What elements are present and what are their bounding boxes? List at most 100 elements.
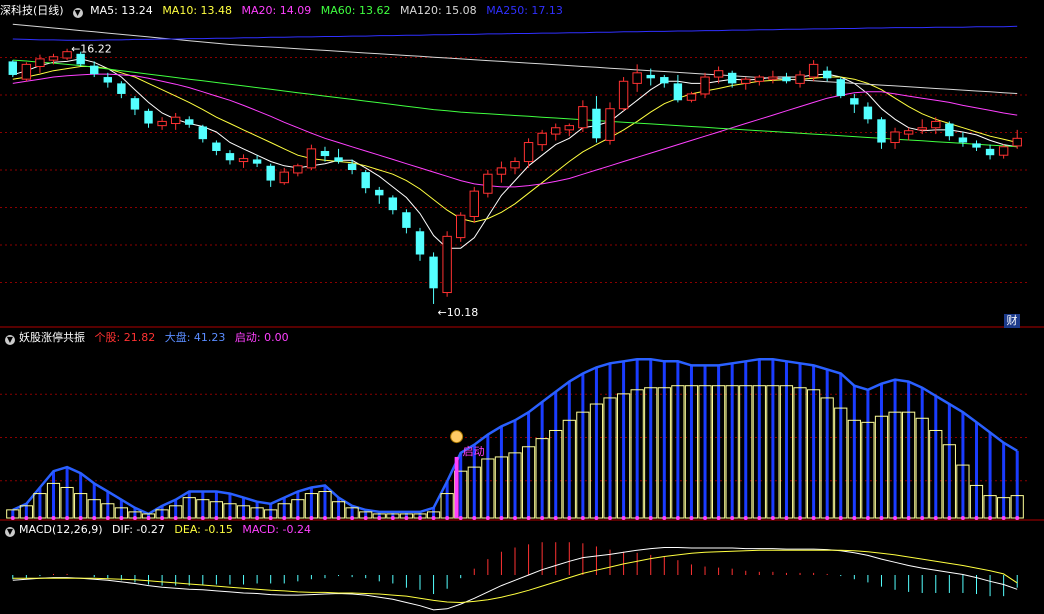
dif-readout: DIF: -0.27 xyxy=(112,523,165,536)
candle-body xyxy=(523,142,534,163)
baseline-dot xyxy=(24,516,29,520)
candle-body xyxy=(985,148,995,156)
macd-title[interactable]: MACD(12,26,9) xyxy=(19,523,103,536)
baseline-dot xyxy=(65,516,70,520)
macd-panel-header: ▼ MACD(12,26,9) DIF: -0.27 DEA: -0.15 MAC… xyxy=(0,522,317,538)
settings-icon[interactable]: ▼ xyxy=(5,527,15,537)
dapan-bar xyxy=(337,497,341,518)
start-marker-bar xyxy=(454,456,459,518)
baseline-dot xyxy=(390,516,395,520)
candle-body xyxy=(157,120,167,127)
dapan-readout: 大盘: 41.23 xyxy=(164,331,226,344)
baseline-dot xyxy=(200,516,205,520)
dapan-bar xyxy=(513,420,517,518)
baseline-dot xyxy=(580,516,585,520)
candle-body xyxy=(483,173,493,194)
dapan-bar xyxy=(1002,442,1006,518)
dapan-bar xyxy=(907,381,911,518)
candle-body xyxy=(198,126,208,140)
candle-body xyxy=(375,189,384,196)
baseline-dot xyxy=(105,516,110,520)
dapan-bar xyxy=(567,381,571,518)
baseline-dot xyxy=(716,516,721,520)
baseline-dot xyxy=(689,516,694,520)
stock-title[interactable]: 深科技(日线) xyxy=(0,4,64,17)
settings-icon[interactable]: ▼ xyxy=(72,8,83,18)
dea-readout: DEA: -0.15 xyxy=(174,523,233,536)
start-marker-label: 启动 xyxy=(463,445,485,458)
dapan-bar xyxy=(635,359,639,518)
baseline-dot xyxy=(146,516,151,520)
candle-body xyxy=(90,65,99,75)
finance-badge[interactable]: 财 xyxy=(1004,314,1020,328)
candle-body xyxy=(578,106,588,129)
baseline-dot xyxy=(730,516,735,520)
baseline-dot xyxy=(743,516,748,520)
candle-body xyxy=(537,132,547,146)
indicator-title[interactable]: 妖股涨停共振 xyxy=(19,331,85,344)
baseline-dot xyxy=(173,516,178,520)
baseline-dot xyxy=(160,516,165,520)
baseline-dot xyxy=(635,516,640,520)
candle-body xyxy=(890,131,900,144)
candle-body xyxy=(646,74,655,79)
candle-body xyxy=(144,110,153,124)
candle-body xyxy=(469,190,479,217)
baseline-dot xyxy=(608,516,613,520)
dapan-bar xyxy=(608,363,612,518)
candle-body xyxy=(863,106,873,120)
candle-body xyxy=(185,119,194,125)
dapan-bar xyxy=(52,471,56,518)
baseline-dot xyxy=(838,516,843,520)
dapan-bar xyxy=(527,412,531,518)
baseline-dot xyxy=(513,516,517,520)
baseline-dot xyxy=(10,516,15,520)
ma-line-ma60 xyxy=(12,59,1018,148)
dapan-bar xyxy=(744,361,748,518)
indicator-panel-header: ▼ 妖股涨停共振 个股: 21.82 大盘: 41.23 启动: 0.00 xyxy=(0,330,295,346)
dapan-bar xyxy=(866,389,870,518)
candle-body xyxy=(782,77,791,82)
baseline-dot xyxy=(51,516,56,520)
candle-body xyxy=(808,63,819,78)
ma10-readout: MA10: 13.48 xyxy=(162,4,233,17)
settings-icon[interactable]: ▼ xyxy=(5,335,15,345)
candle-body xyxy=(754,76,765,82)
baseline-dot xyxy=(132,516,137,520)
candle-body xyxy=(700,76,710,95)
baseline-dot xyxy=(309,516,314,520)
candle-body xyxy=(822,70,832,79)
dapan-bar xyxy=(879,383,883,518)
dapan-bar xyxy=(119,499,123,518)
baseline-dot xyxy=(363,516,368,520)
dapan-bar xyxy=(255,501,259,518)
candle-body xyxy=(850,98,859,105)
dapan-bar xyxy=(757,359,761,518)
ma-line-ma10 xyxy=(12,66,1018,223)
candle-body xyxy=(293,165,303,174)
baseline-dot xyxy=(879,516,884,520)
baseline-dot xyxy=(92,516,97,520)
ma5-readout: MA5: 13.24 xyxy=(90,4,153,17)
money-bag-icon xyxy=(450,430,464,444)
candle-body xyxy=(958,137,968,143)
baseline-dot xyxy=(214,516,219,520)
baseline-dot xyxy=(187,516,192,520)
baseline-dot xyxy=(648,516,653,520)
dapan-bar xyxy=(784,361,788,518)
dapan-bar xyxy=(214,491,218,518)
candle-body xyxy=(551,127,561,135)
baseline-dot xyxy=(621,516,626,520)
candle-body xyxy=(903,130,914,135)
baseline-dot xyxy=(255,516,260,520)
dapan-bar xyxy=(947,404,951,518)
dapan-bar xyxy=(594,367,598,518)
qidong-readout: 启动: 0.00 xyxy=(234,331,289,344)
candle-body xyxy=(415,231,425,255)
dapan-bar xyxy=(92,483,96,518)
candle-body xyxy=(361,172,370,189)
candle-body xyxy=(768,76,778,80)
candle-body xyxy=(266,165,275,181)
baseline-dot xyxy=(567,516,572,520)
candle-body xyxy=(686,93,697,101)
